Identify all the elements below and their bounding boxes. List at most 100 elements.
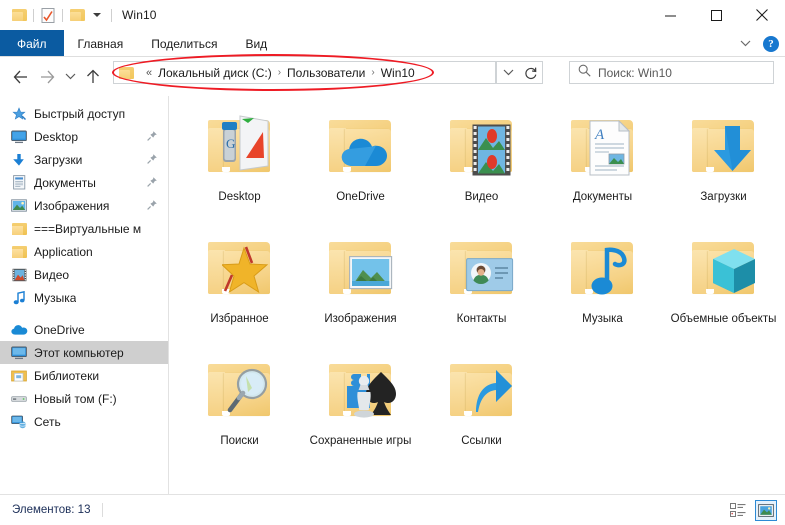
sidebar-item-label: Музыка: [34, 290, 77, 305]
back-button[interactable]: [8, 64, 34, 90]
details-view-button[interactable]: [727, 500, 749, 521]
divider: [62, 8, 63, 22]
up-button[interactable]: [80, 64, 106, 90]
list-item[interactable]: Изображения: [300, 226, 421, 348]
list-item[interactable]: G Desktop: [179, 104, 300, 226]
breadcrumb-overflow-icon[interactable]: «: [140, 67, 154, 79]
close-button[interactable]: [739, 0, 785, 30]
breadcrumb-item-users[interactable]: Пользователи: [283, 66, 369, 80]
item-count-label: Элементов: 13: [12, 504, 91, 516]
ribbon-tabs: Файл Главная Поделиться Вид ?: [0, 30, 785, 57]
tab-view[interactable]: Вид: [231, 30, 281, 57]
pin-icon[interactable]: [146, 130, 158, 142]
list-item[interactable]: Объемные объекты: [663, 226, 784, 348]
tab-home[interactable]: Главная: [64, 30, 138, 57]
search-box[interactable]: Поиск: Win10: [569, 61, 774, 84]
list-item[interactable]: Музыка: [542, 226, 663, 348]
window-controls: [647, 0, 785, 30]
sidebar-item-label: Сеть: [34, 414, 61, 429]
divider: [33, 8, 34, 22]
breadcrumb-separator-icon[interactable]: ›: [276, 67, 283, 78]
sidebar-item-label: Изображения: [34, 198, 110, 213]
sidebar-item-application[interactable]: Application: [0, 240, 168, 263]
chevron-down-icon[interactable]: [737, 36, 753, 52]
sidebar-item-onedrive[interactable]: OneDrive: [0, 318, 168, 341]
folder-pictures-icon: [323, 232, 399, 308]
folder-desktop-icon: G: [202, 110, 278, 186]
breadcrumb-item-current[interactable]: Win10: [377, 66, 419, 80]
list-item[interactable]: Контакты: [421, 226, 542, 348]
sidebar-item-label: ===Виртуальные м: [34, 221, 142, 236]
list-item[interactable]: A Документы: [542, 104, 663, 226]
address-dropdown-button[interactable]: [496, 61, 519, 84]
quick-access-toolbar: Win10: [0, 4, 157, 26]
divider: [102, 503, 104, 517]
minimize-button[interactable]: [647, 0, 693, 30]
maximize-button[interactable]: [693, 0, 739, 30]
item-label: Desktop: [218, 191, 261, 203]
folder-documents-icon: A: [565, 110, 641, 186]
item-label: Сохраненные игры: [309, 435, 412, 447]
forward-button[interactable]: [34, 64, 60, 90]
large-icons-view-button[interactable]: [755, 499, 777, 521]
list-item[interactable]: Сохраненные игры: [300, 348, 421, 470]
breadcrumb-separator-icon[interactable]: ›: [369, 67, 376, 78]
recent-locations-button[interactable]: [60, 64, 80, 90]
sidebar-item-virtual-machines[interactable]: ===Виртуальные м: [0, 217, 168, 240]
navigation-pane: Быстрый доступ Desktop Загрузки Документ…: [0, 96, 168, 494]
sidebar-item-desktop[interactable]: Desktop: [0, 125, 168, 148]
network-icon: [10, 414, 28, 430]
sidebar-item-label: Application: [34, 244, 93, 259]
item-label: Документы: [572, 191, 633, 203]
tab-file[interactable]: Файл: [0, 30, 64, 57]
search-input[interactable]: Поиск: Win10: [598, 66, 672, 80]
item-label: OneDrive: [336, 191, 385, 203]
folder-contacts-icon: [444, 232, 520, 308]
refresh-button[interactable]: [519, 61, 543, 84]
sidebar-item-network[interactable]: Сеть: [0, 410, 168, 433]
pin-icon[interactable]: [146, 153, 158, 165]
sidebar-item-libraries[interactable]: Библиотеки: [0, 364, 168, 387]
sidebar-item-documents[interactable]: Документы: [0, 171, 168, 194]
item-label: Поиски: [220, 435, 259, 447]
tab-share[interactable]: Поделиться: [137, 30, 231, 57]
sidebar-item-label: OneDrive: [34, 322, 85, 337]
pin-icon[interactable]: [146, 199, 158, 211]
properties-icon[interactable]: [38, 4, 58, 26]
sidebar-item-pictures[interactable]: Изображения: [0, 194, 168, 217]
chevron-down-icon[interactable]: [87, 4, 107, 26]
sidebar-item-quick-access[interactable]: Быстрый доступ: [0, 102, 168, 125]
sidebar-item-label: Этот компьютер: [34, 345, 124, 360]
sidebar-item-music[interactable]: Музыка: [0, 286, 168, 309]
sidebar-item-downloads[interactable]: Загрузки: [0, 148, 168, 171]
documents-icon: [10, 175, 28, 191]
list-item[interactable]: Загрузки: [663, 104, 784, 226]
pictures-icon: [10, 198, 28, 214]
list-item[interactable]: Ссылки: [421, 348, 542, 470]
help-icon[interactable]: ?: [763, 35, 779, 52]
item-label: Музыка: [582, 313, 623, 325]
sidebar-item-video[interactable]: Видео: [0, 263, 168, 286]
breadcrumb-item-drive[interactable]: Локальный диск (C:): [154, 66, 276, 80]
sidebar-item-new-volume[interactable]: Новый том (F:): [0, 387, 168, 410]
list-item[interactable]: Видео: [421, 104, 542, 226]
new-folder-icon[interactable]: [67, 4, 87, 26]
title-bar: Win10: [0, 0, 785, 30]
computer-icon: [10, 345, 28, 361]
folder-savedgames-icon: [323, 354, 399, 430]
folder-icon[interactable]: [9, 4, 29, 26]
onedrive-icon: [10, 322, 28, 338]
search-icon: [578, 64, 591, 82]
list-item[interactable]: Избранное: [179, 226, 300, 348]
sidebar-item-label: Загрузки: [34, 152, 83, 167]
items-view: G Desktop OneDrive Видео A Документы Заг…: [169, 96, 785, 494]
folder-music-icon: [565, 232, 641, 308]
folder-links-icon: [444, 354, 520, 430]
list-item[interactable]: OneDrive: [300, 104, 421, 226]
sidebar-item-this-pc[interactable]: Этот компьютер: [0, 341, 168, 364]
address-bar[interactable]: « Локальный диск (C:) › Пользователи › W…: [113, 61, 496, 84]
list-item[interactable]: Поиски: [179, 348, 300, 470]
drive-icon: [10, 391, 28, 407]
pin-icon[interactable]: [146, 176, 158, 188]
view-toggle-group: [727, 495, 777, 525]
